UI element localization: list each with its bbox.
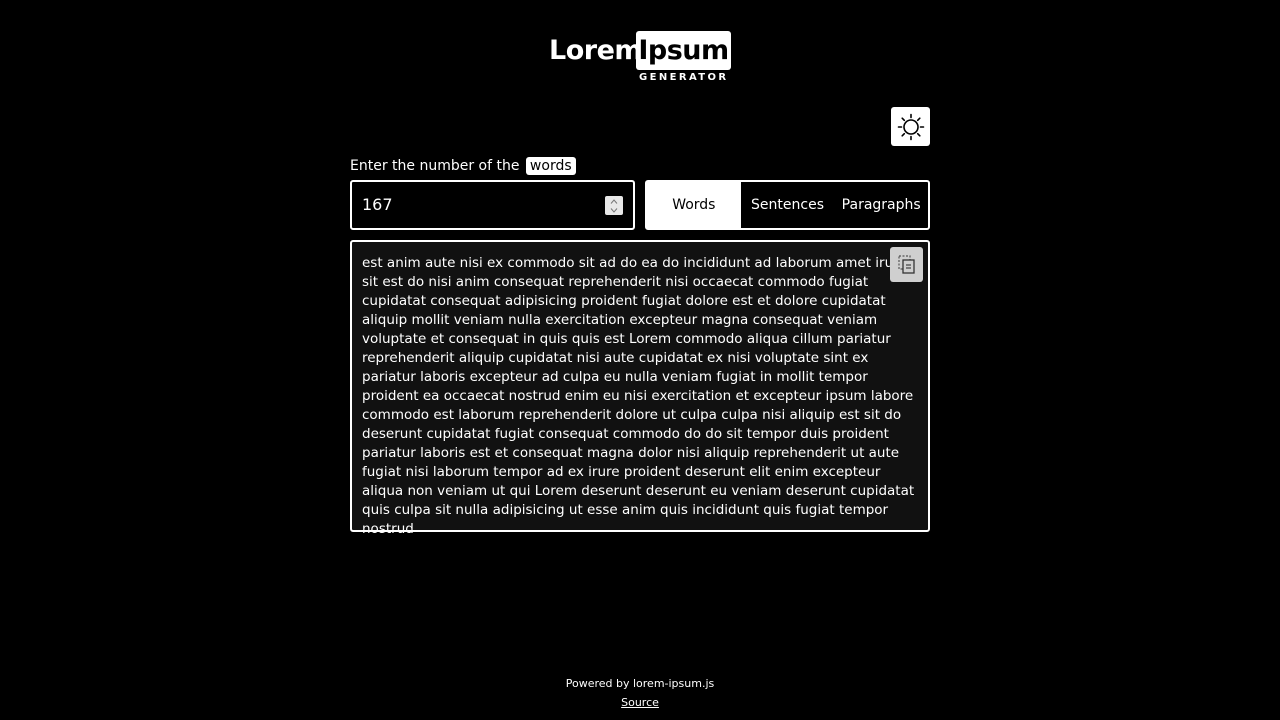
page: Lorem Ipsum GENERATOR Enter the number o… [0, 0, 1280, 720]
theme-toggle-button[interactable] [891, 107, 930, 146]
powered-by-text: Powered by lorem-ipsum.js [565, 677, 715, 690]
output-text[interactable]: est anim aute nisi ex commodo sit ad do … [362, 254, 918, 539]
copy-button[interactable] [890, 247, 923, 282]
increment-arrow[interactable] [605, 197, 623, 206]
count-label-prefix: Enter the number of the [350, 158, 520, 174]
logo-word-ipsum: Ipsum [636, 31, 731, 70]
logo-word-lorem: Lorem [549, 35, 643, 66]
sun-icon [897, 113, 924, 140]
chevron-down-icon [610, 207, 618, 213]
source-container: Source [0, 695, 1280, 711]
chevron-up-icon [610, 198, 618, 204]
source-link[interactable]: Source [621, 696, 659, 709]
unit-selector: Words Sentences Paragraphs [645, 180, 930, 230]
count-input-value[interactable]: 167 [362, 194, 393, 216]
output-textarea[interactable]: est anim aute nisi ex commodo sit ad do … [350, 240, 930, 537]
unit-option-sentences[interactable]: Sentences [741, 182, 835, 228]
count-spinner[interactable] [605, 196, 623, 215]
decrement-arrow[interactable] [605, 206, 623, 215]
unit-option-paragraphs[interactable]: Paragraphs [834, 182, 928, 228]
unit-chip: words [525, 157, 576, 175]
logo-subtitle: GENERATOR [639, 72, 729, 83]
count-input[interactable]: 167 [350, 180, 635, 230]
unit-option-words[interactable]: Words [647, 182, 741, 228]
copy-icon [897, 254, 915, 274]
logo: Lorem Ipsum GENERATOR [548, 31, 732, 85]
count-label: Enter the number of the words [350, 156, 576, 176]
